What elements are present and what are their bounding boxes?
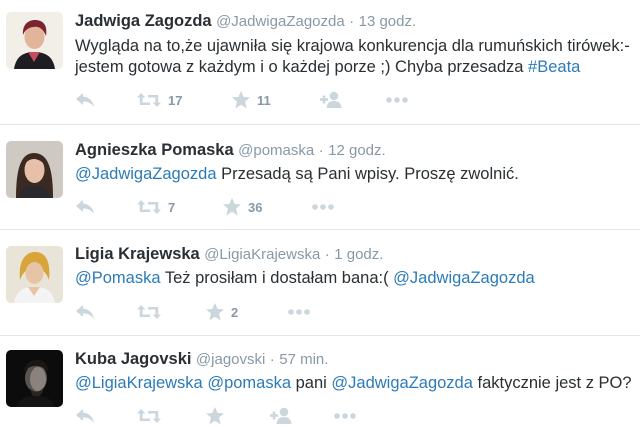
tweet-text-segment: faktycznie jest z PO? — [472, 374, 632, 392]
tweet-header: Agnieszka Pomaska @pomaska · 12 godz. — [75, 141, 386, 160]
retweet-button[interactable]: 7 — [136, 197, 175, 217]
retweet-icon — [136, 199, 162, 215]
timestamp[interactable]: 57 min. — [279, 351, 328, 368]
author-name[interactable]: Kuba Jagovski — [75, 350, 191, 368]
timestamp[interactable]: 13 godz. — [359, 13, 417, 30]
reply-button[interactable] — [75, 90, 95, 110]
follow-icon — [319, 91, 343, 109]
author-name[interactable]: Jadwiga Zagozda — [75, 12, 212, 30]
tweet-text: @LigiaKrajewska @pomaska pani @JadwigaZa… — [75, 373, 635, 394]
tweet-text: @Pomaska Też prosiłam i dostałam bana:( … — [75, 268, 635, 289]
reply-button[interactable] — [75, 197, 95, 217]
mention-link[interactable]: @Pomaska — [75, 269, 161, 287]
favorite-button[interactable]: 36 — [222, 197, 262, 217]
tweet-header: Jadwiga Zagozda @JadwigaZagozda · 13 god… — [75, 12, 416, 31]
author-handle[interactable]: @pomaska — [238, 142, 314, 159]
tweet-text-segment: Też prosiłam i dostałam bana:( — [160, 269, 394, 287]
avatar[interactable] — [6, 141, 63, 198]
favorite-count: 11 — [257, 92, 271, 108]
author-name[interactable]: Ligia Krajewska — [75, 245, 200, 263]
more-button[interactable] — [385, 90, 409, 110]
tweet-text: Wygląda na to,że ujawniła się krajowa ko… — [75, 36, 635, 78]
author-name[interactable]: Agnieszka Pomaska — [75, 141, 234, 159]
avatar[interactable] — [6, 350, 63, 407]
tweet-text-segment: Przesadą są Pani wpisy. Proszę zwolnić. — [216, 165, 519, 183]
tweet-text-segment: pani — [291, 374, 332, 392]
reply-icon — [75, 408, 95, 424]
favorite-icon — [205, 302, 225, 322]
reply-icon — [75, 92, 95, 108]
more-button[interactable] — [311, 197, 335, 217]
mention-link[interactable]: @JadwigaZagozda — [75, 165, 217, 183]
tweet-4[interactable]: Kuba Jagovski @jagovski · 57 min. @Ligia… — [0, 336, 640, 427]
retweet-button[interactable] — [136, 302, 162, 322]
author-handle[interactable]: @LigiaKrajewska — [204, 246, 320, 263]
mention-link[interactable]: @JadwigaZagozda — [393, 269, 535, 287]
more-button[interactable] — [287, 302, 311, 322]
favorite-icon — [222, 197, 242, 217]
tweet-text: @JadwigaZagozda Przesadą są Pani wpisy. … — [75, 164, 635, 185]
reply-icon — [75, 304, 95, 320]
retweet-icon — [136, 304, 162, 320]
follow-icon — [269, 407, 293, 425]
retweet-count: 17 — [168, 92, 183, 108]
tweet-text-segment: jestem gotowa z każdym i o każdej porze … — [75, 58, 529, 76]
separator-dot: · — [324, 246, 330, 263]
favorite-button[interactable] — [205, 406, 225, 426]
tweet-3[interactable]: Ligia Krajewska @LigiaKrajewska · 1 godz… — [0, 230, 640, 336]
reply-button[interactable] — [75, 302, 95, 322]
tweet-2[interactable]: Agnieszka Pomaska @pomaska · 12 godz. @J… — [0, 125, 640, 230]
reply-icon — [75, 199, 95, 215]
retweet-button[interactable]: 17 — [136, 90, 182, 110]
favorite-icon — [205, 406, 225, 426]
follow-button[interactable] — [269, 406, 293, 426]
tweet-1[interactable]: Jadwiga Zagozda @JadwigaZagozda · 13 god… — [0, 0, 640, 125]
more-icon — [385, 96, 409, 104]
retweet-count: 7 — [168, 199, 176, 215]
author-handle[interactable]: @JadwigaZagozda — [216, 13, 345, 30]
mention-link[interactable]: @pomaska — [207, 374, 291, 392]
favorite-button[interactable]: 2 — [205, 302, 238, 322]
more-icon — [311, 203, 335, 211]
avatar[interactable] — [6, 246, 63, 303]
more-button[interactable] — [333, 406, 357, 426]
tweet-text-line-2: jestem gotowa z każdym i o każdej porze … — [75, 57, 635, 78]
retweet-button[interactable] — [136, 406, 162, 426]
favorite-count: 36 — [248, 199, 263, 215]
favorite-icon — [231, 90, 251, 110]
separator-dot: · — [318, 142, 324, 159]
tweet-header: Kuba Jagovski @jagovski · 57 min. — [75, 350, 328, 369]
separator-dot: · — [349, 13, 355, 30]
tweet-header: Ligia Krajewska @LigiaKrajewska · 1 godz… — [75, 245, 383, 264]
tweet-text-line-1: Wygląda na to,że ujawniła się krajowa ko… — [75, 37, 630, 55]
mention-link[interactable]: @LigiaKrajewska — [75, 374, 203, 392]
author-handle[interactable]: @jagovski — [196, 351, 265, 368]
retweet-icon — [136, 408, 162, 424]
follow-button[interactable] — [319, 90, 343, 110]
timestamp[interactable]: 12 godz. — [328, 142, 386, 159]
mention-link[interactable]: @JadwigaZagozda — [331, 374, 473, 392]
more-icon — [333, 412, 357, 420]
separator-dot: · — [269, 351, 275, 368]
favorite-count: 2 — [231, 304, 239, 320]
hashtag-link[interactable]: #Beata — [528, 58, 580, 76]
avatar[interactable] — [6, 12, 63, 69]
retweet-icon — [136, 92, 162, 108]
favorite-button[interactable]: 11 — [231, 90, 271, 110]
more-icon — [287, 308, 311, 316]
reply-button[interactable] — [75, 406, 95, 426]
timestamp[interactable]: 1 godz. — [334, 246, 383, 263]
